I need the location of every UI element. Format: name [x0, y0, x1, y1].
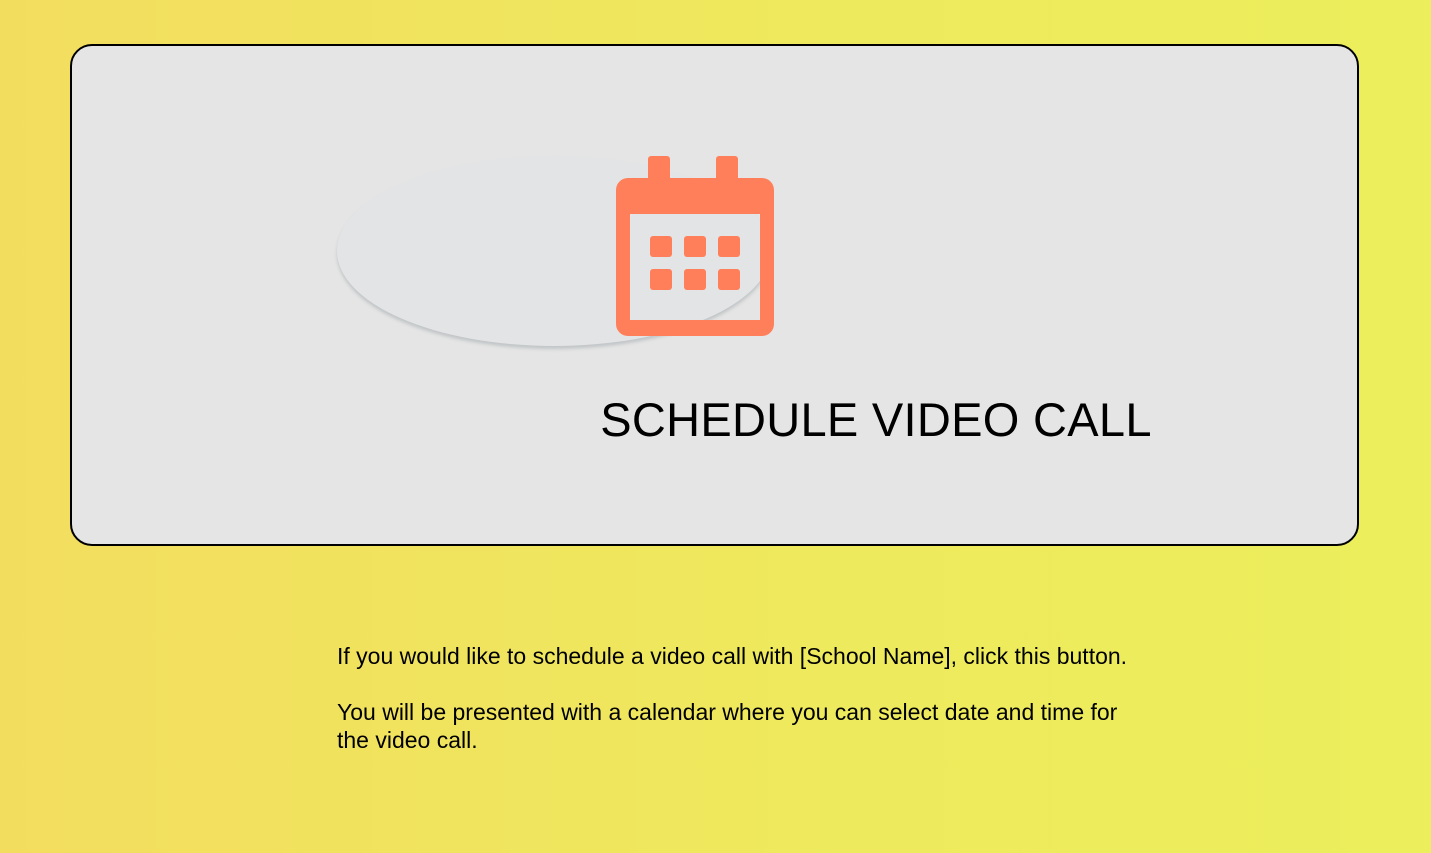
schedule-video-call-button[interactable]: SCHEDULE VIDEO CALL — [70, 44, 1359, 546]
description: If you would like to schedule a video ca… — [337, 642, 1137, 782]
description-line-1: If you would like to schedule a video ca… — [337, 643, 1128, 669]
card-title: SCHEDULE VIDEO CALL — [600, 393, 1152, 446]
description-line-2: You will be presented with a calendar wh… — [337, 699, 1118, 753]
calendar-icon — [616, 156, 774, 336]
